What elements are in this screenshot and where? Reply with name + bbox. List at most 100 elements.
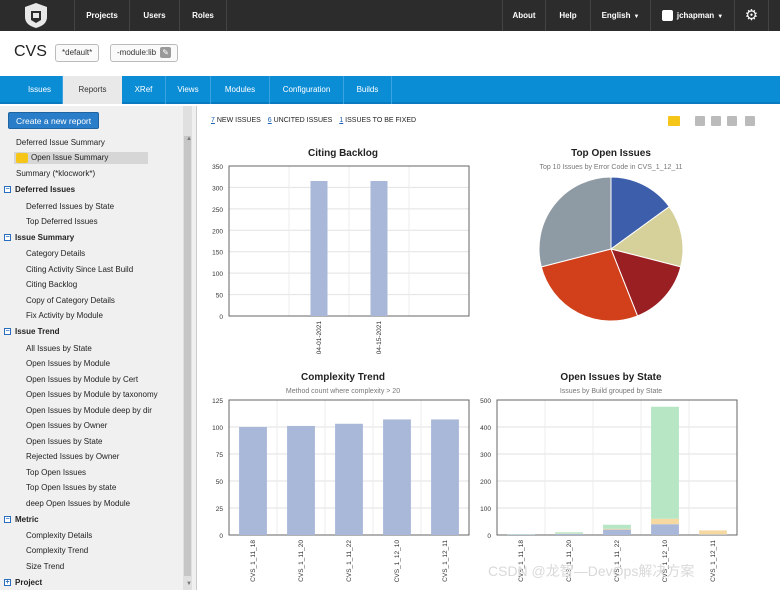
tab-issues[interactable]: Issues <box>17 76 63 104</box>
language-menu[interactable]: English ▼ <box>591 0 651 31</box>
link-label: ISSUES TO BE FIXED <box>345 117 417 124</box>
section-label: Project <box>15 578 43 587</box>
chart-title: Complexity Trend <box>301 372 385 383</box>
scrollbar-thumb[interactable] <box>184 136 191 576</box>
bar-segment <box>555 532 583 534</box>
sidebar-item[interactable]: Open Issues by Module <box>26 359 110 368</box>
sidebar-item[interactable]: Citing Backlog <box>26 280 77 289</box>
tab-xref[interactable]: XRef <box>122 76 166 104</box>
uncited-issues-link[interactable]: 6 UNCITED ISSUES <box>268 117 333 124</box>
chart-title: Open Issues by State <box>560 372 662 383</box>
nav-about[interactable]: About <box>502 0 546 31</box>
nav-help[interactable]: Help <box>546 0 591 31</box>
sidebar-item[interactable]: Category Details <box>26 249 85 258</box>
y-tick-label: 200 <box>212 228 223 235</box>
issues-to-fix-link[interactable]: 1 ISSUES TO BE FIXED <box>339 117 416 124</box>
sidebar-item[interactable]: Complexity Trend <box>26 546 88 555</box>
sidebar-scrollbar[interactable] <box>183 106 192 590</box>
gear-icon[interactable]: ⚙ <box>735 0 769 31</box>
x-tick-label: CVS_1_11_18 <box>250 540 257 582</box>
bar <box>287 425 315 535</box>
expand-icon[interactable]: + <box>4 579 11 587</box>
x-tick-label: CVS_1_11_20 <box>298 540 305 582</box>
y-tick-label: 125 <box>212 398 223 405</box>
filter-pill[interactable]: -module:lib ✎ <box>110 44 179 62</box>
favorite-star-icon[interactable] <box>668 116 680 126</box>
create-report-button[interactable]: Create a new report <box>8 112 100 129</box>
sidebar-item[interactable]: Deferred Issues by State <box>26 202 114 211</box>
sidebar-section[interactable]: − Metric <box>4 515 39 524</box>
sidebar-item[interactable]: Open Issues by State <box>26 437 103 446</box>
collapse-icon[interactable]: − <box>4 186 11 194</box>
new-issues-link[interactable]: 7 NEW ISSUES <box>211 117 261 124</box>
user-name: jchapman <box>676 11 715 20</box>
tab-modules[interactable]: Modules <box>211 76 270 104</box>
collapse-icon[interactable]: − <box>4 234 11 242</box>
sidebar-section[interactable]: − Issue Trend <box>4 327 59 336</box>
sidebar-item[interactable]: Copy of Category Details <box>26 296 115 305</box>
export-icon[interactable] <box>727 116 737 126</box>
collapse-icon[interactable]: − <box>4 516 11 524</box>
sidebar-section[interactable]: + Project <box>4 578 42 587</box>
edit-report-icon[interactable] <box>695 116 705 126</box>
sidebar-item[interactable]: Deferred Issue Summary <box>16 138 105 147</box>
user-menu[interactable]: jchapman ▼ <box>651 0 735 31</box>
watermark-text: CSDN @龙智—DevOps解决方案 <box>488 563 695 579</box>
y-tick-label: 0 <box>219 533 223 540</box>
sidebar-section[interactable]: − Deferred Issues <box>4 185 75 194</box>
link-label: NEW ISSUES <box>216 117 261 124</box>
sidebar-item[interactable]: Complexity Details <box>26 531 92 540</box>
sidebar-item[interactable]: Size Trend <box>26 562 64 571</box>
y-tick-label: 300 <box>480 452 491 459</box>
chart-subtitle: Top 10 Issues by Error Code in CVS_1_12_… <box>539 164 683 171</box>
chart-subtitle: Issues by Build grouped by State <box>559 388 663 395</box>
sidebar-item[interactable]: Fix Activity by Module <box>26 311 103 320</box>
filter-label: -module:lib <box>117 48 157 57</box>
sidebar-item-selected[interactable]: Open Issue Summary <box>14 152 149 164</box>
delete-icon[interactable] <box>745 116 755 126</box>
y-tick-label: 75 <box>216 452 224 459</box>
y-tick-label: 300 <box>212 185 223 192</box>
x-tick-label: CVS_1_12_10 <box>394 540 401 583</box>
tab-views[interactable]: Views <box>166 76 211 104</box>
y-tick-label: 500 <box>480 398 491 405</box>
scroll-up-icon[interactable]: ▲ <box>186 136 192 142</box>
edit-icon[interactable]: ✎ <box>160 47 172 59</box>
sidebar-item[interactable]: Open Issues by Owner <box>26 421 107 430</box>
x-tick-label: CVS_1_12_11 <box>442 540 449 582</box>
bar-segment <box>699 530 727 535</box>
nav-users[interactable]: Users <box>130 0 180 31</box>
bar <box>383 419 411 535</box>
sidebar-item[interactable]: Open Issues by Module by Cert <box>26 375 138 384</box>
sidebar-section[interactable]: − Issue Summary <box>4 233 74 242</box>
star-icon <box>16 153 28 163</box>
copy-report-icon[interactable] <box>711 116 721 126</box>
sidebar-item[interactable]: Summary (*klocwork*) <box>16 169 95 178</box>
sidebar-item-label: Open Issue Summary <box>31 153 109 163</box>
sidebar-item[interactable]: Open Issues by Module deep by dir <box>26 406 152 415</box>
tab-builds[interactable]: Builds <box>344 76 392 104</box>
x-tick-label: CVS_1_12_11 <box>710 540 717 582</box>
bar-segment <box>603 529 631 535</box>
link-count: 7 <box>211 117 215 124</box>
bar-segment <box>651 524 679 535</box>
sidebar-item[interactable]: Open Issues by Module by taxonomy <box>26 390 158 399</box>
x-tick-label: 04-15-2021 <box>376 321 383 355</box>
stream-selector[interactable]: *default* <box>55 44 100 62</box>
tab-reports[interactable]: Reports <box>63 76 122 104</box>
collapse-icon[interactable]: − <box>4 328 11 336</box>
tab-configuration[interactable]: Configuration <box>270 76 344 104</box>
link-count: 6 <box>267 117 272 124</box>
y-tick-label: 200 <box>480 479 491 486</box>
nav-roles[interactable]: Roles <box>180 0 227 31</box>
sidebar-item[interactable]: Top Open Issues by state <box>26 483 116 492</box>
sidebar-item[interactable]: deep Open Issues by Module <box>26 499 130 508</box>
sidebar-item[interactable]: Top Open Issues <box>26 468 86 477</box>
app-logo-icon[interactable] <box>24 2 48 29</box>
sidebar-item[interactable]: Rejected Issues by Owner <box>26 452 119 461</box>
sidebar-item[interactable]: All Issues by State <box>26 344 92 353</box>
sidebar-item[interactable]: Top Deferred Issues <box>26 217 98 226</box>
scroll-down-icon[interactable]: ▼ <box>186 581 192 587</box>
sidebar-item[interactable]: Citing Activity Since Last Build <box>26 265 133 274</box>
nav-projects[interactable]: Projects <box>74 0 130 31</box>
